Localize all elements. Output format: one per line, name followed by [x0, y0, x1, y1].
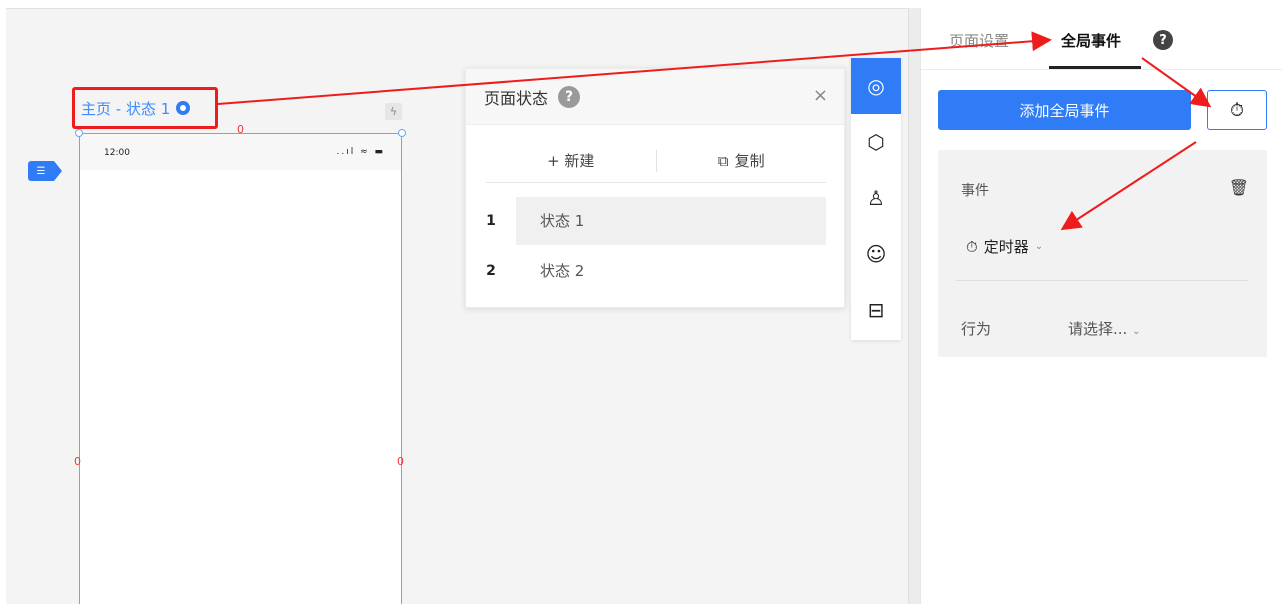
state-name: 状态 2 — [540, 262, 585, 280]
page-state-label[interactable]: 主页 - 状态 1 — [72, 87, 218, 129]
stopwatch-icon[interactable]: ⏱ — [1207, 90, 1267, 130]
state-number: 2 — [486, 263, 496, 279]
lightning-icon[interactable]: ϟ — [385, 103, 402, 120]
right-panel: 页面设置 全局事件 ? 添加全局事件 ⏱ 事件 🗑 ⏱ 定时器 ⌄ 行为 请选择… — [920, 8, 1282, 604]
divider — [956, 280, 1248, 281]
layout-icon[interactable]: ⊟ — [851, 282, 901, 338]
user-icon[interactable]: ♙ — [851, 170, 901, 226]
page-state-panel: 页面状态 ? × + 新建 ⧉ 复制 1 状态 1 2 状态 2 — [465, 68, 845, 308]
copy-state-button[interactable]: ⧉ 复制 — [657, 150, 827, 171]
canvas-scrollbar[interactable] — [908, 8, 920, 604]
phone-status-bar: 12:00 ..ıl ≈ ▬ — [80, 134, 401, 170]
resize-handle-top[interactable]: 0 — [237, 124, 244, 135]
action-select-value: 请选择... — [1068, 320, 1128, 338]
tab-page-settings[interactable]: 页面设置 — [949, 30, 1009, 51]
vertical-toolbar: ◎ ⬡ ♙ ☺ ⊟ — [851, 58, 901, 340]
chevron-down-icon: ⌄ — [1034, 241, 1044, 252]
help-icon[interactable]: ? — [1153, 30, 1173, 50]
event-trigger-label: 定时器 — [983, 238, 1029, 256]
gear-icon[interactable] — [176, 101, 191, 115]
frame-menu-icon[interactable]: ☰ — [28, 161, 62, 181]
trash-icon[interactable]: 🗑 — [1229, 178, 1249, 197]
copy-label: 复制 — [734, 152, 765, 170]
add-global-event-button[interactable]: 添加全局事件 — [938, 90, 1191, 130]
action-label: 行为 — [961, 320, 992, 338]
page-state-title: 页面状态 — [484, 88, 549, 108]
state-number: 1 — [486, 213, 496, 229]
active-tab-indicator — [1049, 66, 1141, 69]
tab-global-events[interactable]: 全局事件 — [1061, 30, 1121, 51]
new-state-button[interactable]: + 新建 — [486, 150, 656, 171]
copy-icon: ⧉ — [717, 151, 729, 170]
resize-handle-top-left[interactable] — [75, 129, 83, 137]
state-actions: + 新建 ⧉ 复制 — [486, 139, 826, 183]
page-label-text: 主页 - 状态 1 — [81, 99, 171, 118]
resize-handle-left[interactable]: 0 — [74, 456, 81, 467]
help-icon[interactable]: ? — [558, 85, 581, 108]
resize-handle-top-right[interactable] — [398, 129, 406, 137]
state-name: 状态 1 — [516, 197, 826, 245]
page-state-header: 页面状态 ? — [466, 69, 844, 125]
action-select[interactable]: 请选择... ⌄ — [1068, 318, 1140, 339]
signal-battery-icons: ..ıl ≈ ▬ — [336, 147, 385, 157]
stopwatch-icon: ⏱ — [966, 237, 978, 256]
hexagon-icon[interactable]: ⬡ — [851, 114, 901, 170]
phone-frame[interactable]: 12:00 ..ıl ≈ ▬ — [79, 133, 402, 604]
smiley-icon[interactable]: ☺ — [851, 226, 901, 282]
resize-handle-right[interactable]: 0 — [397, 456, 404, 467]
phone-time: 12:00 — [104, 148, 130, 158]
state-row[interactable]: 2 状态 2 — [466, 247, 844, 295]
close-icon[interactable]: × — [813, 85, 828, 106]
chevron-down-icon: ⌄ — [1132, 326, 1141, 337]
panel-tabs: 页面设置 全局事件 ? — [921, 8, 1282, 70]
event-trigger-select[interactable]: ⏱ 定时器 ⌄ — [966, 236, 1043, 257]
state-row[interactable]: 1 状态 1 — [466, 197, 844, 245]
event-card: 事件 🗑 ⏱ 定时器 ⌄ 行为 请选择... ⌄ — [938, 150, 1267, 357]
target-icon[interactable]: ◎ — [851, 58, 901, 114]
event-label: 事件 — [961, 183, 989, 199]
